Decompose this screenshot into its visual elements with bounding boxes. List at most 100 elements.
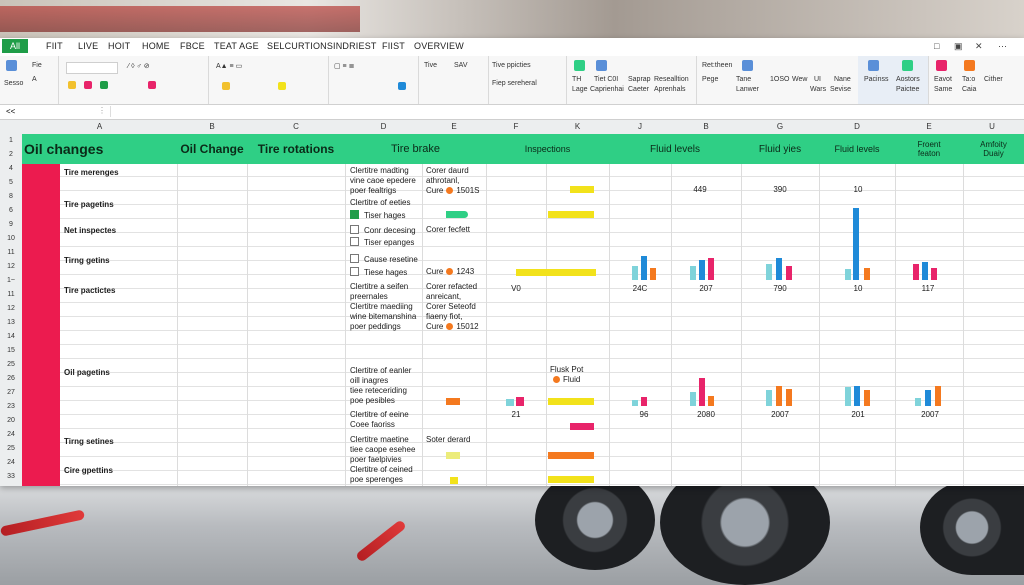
ribbon-label-lanwer[interactable]: Lanwer — [736, 86, 759, 93]
cell-d[interactable]: Clertitre of eeties — [350, 198, 410, 208]
chart-icon[interactable] — [742, 60, 753, 71]
ribbon-label-caprienhai[interactable]: Caprienhai — [590, 86, 624, 93]
value-cell[interactable]: 390 — [760, 185, 800, 194]
tab-teat-age[interactable]: TEAT AGE — [214, 41, 259, 51]
font-size-icons[interactable]: ⁄ ◊ ♂ ⊘ — [128, 62, 150, 70]
ribbon-label-fiep-sereheral[interactable]: Fiep sereheral — [492, 80, 537, 87]
cell-d[interactable]: Coee faoriss — [350, 420, 395, 430]
header-fluid-yies[interactable]: Fluid yies — [741, 134, 819, 164]
cell-d[interactable]: Clertitre maediing — [350, 302, 413, 312]
minimize-icon[interactable]: □ — [934, 41, 939, 51]
cell-e[interactable]: anreicant, — [426, 292, 461, 302]
value-cell[interactable]: 790 — [760, 284, 800, 293]
cell-e[interactable]: Corer fecfett — [426, 225, 470, 235]
cell-d[interactable]: preernales — [350, 292, 388, 302]
tab-live[interactable]: LIVE — [78, 41, 98, 51]
close-icon[interactable]: ✕ — [975, 41, 983, 52]
row-number[interactable]: 8 — [0, 193, 22, 200]
row-number[interactable]: 5 — [0, 179, 22, 186]
ribbon-label-cither[interactable]: Cither — [984, 76, 1003, 83]
col-header-u[interactable]: U — [963, 122, 1021, 131]
cell-e[interactable]: Corer Seteofd — [426, 302, 476, 312]
header-amfoity-duaiy[interactable]: Amfoity Duaiy — [963, 134, 1024, 164]
ribbon-label-1oso[interactable]: 1OSO — [770, 76, 789, 83]
ribbon-label-tive-ppicties[interactable]: Tive ppicties — [492, 62, 531, 69]
ribbon-label-wars[interactable]: Wars — [810, 86, 826, 93]
ribbon-label-aprenhals[interactable]: Aprenhals — [654, 86, 686, 93]
header-inspections[interactable]: Inspections — [486, 134, 609, 164]
pen-icon[interactable] — [936, 60, 947, 71]
ribbon-label-tane[interactable]: Tane — [736, 76, 751, 83]
tab-hoit[interactable]: HOIT — [108, 41, 130, 51]
header-tire-brake[interactable]: Tire brake — [345, 134, 486, 164]
ribbon-label-fie[interactable]: Fie — [32, 62, 42, 69]
value-cell[interactable]: 24C — [620, 284, 660, 293]
row-number[interactable]: 25 — [0, 445, 22, 452]
cell-e-status[interactable]: Cure 1501S — [426, 186, 479, 196]
font-color-icon[interactable] — [84, 81, 92, 89]
highlight-icon[interactable] — [68, 81, 76, 89]
value-cell[interactable]: 207 — [686, 284, 726, 293]
cell-d[interactable]: poer fealtrigs — [350, 186, 396, 196]
cell-d[interactable]: Clertitre of ceined — [350, 465, 413, 475]
col-header-f[interactable]: F — [486, 122, 546, 131]
col-header-c[interactable]: C — [247, 122, 345, 131]
row-number[interactable]: 24 — [0, 431, 22, 438]
value-cell[interactable]: 21 — [496, 410, 536, 419]
cell-d[interactable]: vine caoe epedere — [350, 176, 416, 186]
ribbon-label-saprap[interactable]: Saprap — [628, 76, 651, 83]
ribbon-label-ui[interactable]: UI — [814, 76, 821, 83]
header-fluid-levels[interactable]: Fluid levels — [609, 134, 741, 164]
filter-icon[interactable] — [596, 60, 607, 71]
row-label[interactable]: Tirng setines — [64, 437, 114, 446]
cell-e[interactable]: athrotanl, — [426, 176, 459, 186]
header-froent-featon[interactable]: Froent featon — [895, 134, 963, 164]
row-number[interactable]: 14 — [0, 333, 22, 340]
checkbox[interactable] — [350, 254, 359, 263]
checkbox-row[interactable]: Tiser epanges — [350, 237, 414, 248]
row-number[interactable]: 1 — [0, 137, 22, 144]
value-cell[interactable]: 10 — [838, 185, 878, 194]
cell-d[interactable]: Clertitre of eanler — [350, 366, 411, 376]
row-number[interactable]: 27 — [0, 389, 22, 396]
tab-fbce[interactable]: FBCE — [180, 41, 205, 51]
ribbon-label-tao[interactable]: Ta:o — [962, 76, 975, 83]
bold-icon[interactable]: A — [32, 76, 37, 83]
tab-overview[interactable]: OVERVIEW — [414, 41, 464, 51]
fx-icon[interactable]: ⋮ — [98, 106, 106, 115]
value-cell[interactable]: 2007 — [760, 410, 800, 419]
ribbon-label-sesso[interactable]: Sesso — [4, 80, 23, 87]
tab-selcurtions[interactable]: SELCURTIONS — [267, 41, 333, 51]
review-icon[interactable] — [868, 60, 879, 71]
checkbox[interactable] — [350, 225, 359, 234]
file-tab[interactable]: All — [2, 39, 29, 53]
number-color-icon[interactable] — [398, 82, 406, 90]
cell-e-status[interactable]: Cure 15012 — [426, 322, 479, 332]
cell-d[interactable]: wine bitemanshina — [350, 312, 416, 322]
cell-d[interactable]: oill inagres — [350, 376, 388, 386]
cell-e[interactable]: fiaeny fiot, — [426, 312, 462, 322]
checkbox[interactable] — [350, 267, 359, 276]
cell-d[interactable]: Clertitre maetine — [350, 435, 409, 445]
row-label[interactable]: Cire gpettins — [64, 466, 113, 475]
tab-home[interactable]: HOME — [142, 41, 170, 51]
ribbon-label-sevise[interactable]: Sevise — [830, 86, 851, 93]
header-fluid-levels-2[interactable]: Fluid levels — [819, 134, 895, 164]
col-header-j[interactable]: J — [609, 122, 671, 131]
restore-icon[interactable]: ▣ — [954, 41, 963, 52]
merge-icon[interactable] — [278, 82, 286, 90]
ribbon-label-resealltion[interactable]: Resealltion — [654, 76, 689, 83]
cell-e[interactable]: Corer daurd — [426, 166, 469, 176]
row-number[interactable]: 11 — [0, 291, 22, 298]
ribbon-label-aostors[interactable]: Aostors — [896, 76, 920, 83]
header-oil-changes[interactable]: Oil changes — [24, 134, 174, 164]
row-number[interactable]: 15 — [0, 347, 22, 354]
row-number[interactable]: 11 — [0, 249, 22, 256]
value-cell[interactable]: 10 — [838, 284, 878, 293]
row-number[interactable]: 4 — [0, 165, 22, 172]
value-cell[interactable]: 117 — [908, 284, 948, 293]
cell-d[interactable]: poer peddings — [350, 322, 401, 332]
align-icons[interactable]: A▲ ≡ ▭ — [216, 62, 242, 70]
ribbon-label-pege[interactable]: Pege — [702, 76, 718, 83]
ribbon-label-pacinss[interactable]: Pacinss — [864, 76, 889, 83]
